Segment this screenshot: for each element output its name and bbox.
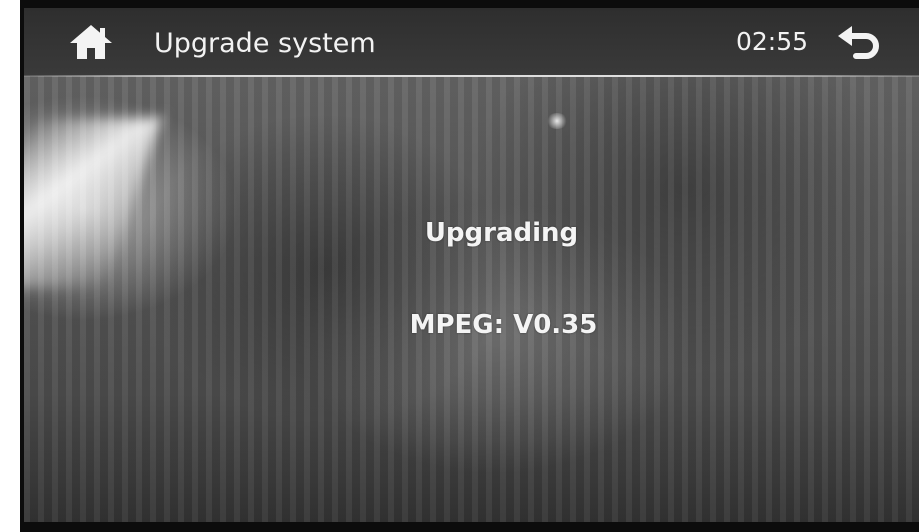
version-label: MPEG: V0.35 [409,310,598,340]
back-button[interactable] [836,24,884,64]
page-title: Upgrade system [154,28,376,59]
display-screen: Upgrade system 02:55 Upgrading MPEG: V0.… [24,8,919,522]
home-icon [70,25,112,59]
upgrade-status: Upgrading [424,218,579,248]
screen-glare [24,118,162,288]
title-divider [24,75,919,77]
screen-reflection [546,113,568,129]
clock-time: 02:55 [736,27,809,56]
title-bar: Upgrade system 02:55 [24,8,919,76]
home-button[interactable] [68,22,114,62]
device-frame: Upgrade system 02:55 Upgrading MPEG: V0.… [0,0,919,532]
back-arrow-icon [838,26,879,59]
